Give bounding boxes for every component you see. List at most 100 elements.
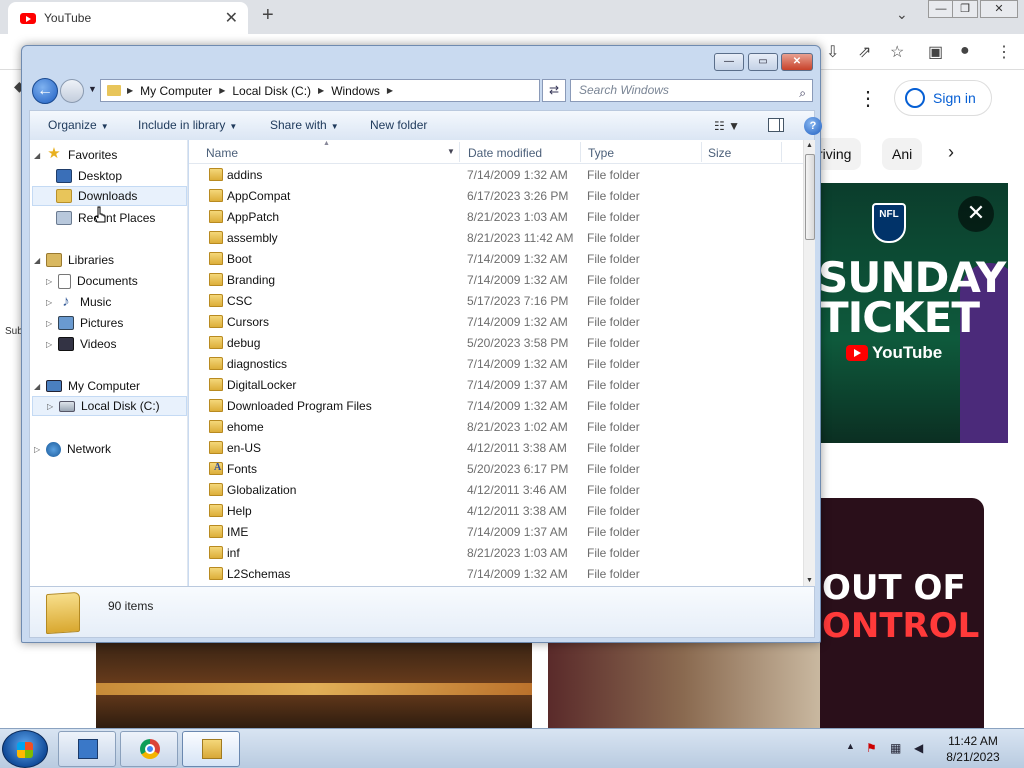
back-button[interactable]: ← xyxy=(32,78,58,104)
explorer-title-bar[interactable]: — ▭ ✕ xyxy=(22,46,820,74)
breadcrumb-separator-icon[interactable]: ▶ xyxy=(127,86,133,95)
file-row[interactable]: ehome 8/21/2023 1:02 AM File folder xyxy=(189,416,803,437)
file-row[interactable]: Help 4/12/2011 3:38 AM File folder xyxy=(189,500,803,521)
file-row[interactable]: L2Schemas 7/14/2009 1:32 AM File folder xyxy=(189,563,803,584)
file-row[interactable]: diagnostics 7/14/2009 1:32 AM File folder xyxy=(189,353,803,374)
tab-close-icon[interactable]: ✕ xyxy=(225,8,238,28)
preview-pane-icon[interactable] xyxy=(768,118,784,132)
file-row[interactable]: inf 8/21/2023 1:03 AM File folder xyxy=(189,542,803,563)
video-thumbnail-out-of-control[interactable]: OUT OF ONTROL xyxy=(820,498,984,730)
nav-downloads[interactable]: Downloads xyxy=(32,186,187,206)
bookmark-star-icon[interactable]: ☆ xyxy=(890,42,904,62)
expand-triangle-icon[interactable]: ▷ xyxy=(46,319,56,328)
collapse-triangle-icon[interactable]: ◢ xyxy=(34,151,44,160)
breadcrumb-my-computer[interactable]: My Computer xyxy=(140,84,212,98)
file-row[interactable]: AppPatch 8/21/2023 1:03 AM File folder xyxy=(189,206,803,227)
chip-next-icon[interactable]: › xyxy=(948,142,954,163)
youtube-more-icon[interactable]: ⋮ xyxy=(858,86,878,111)
nav-favorites[interactable]: ◢ ★ Favorites xyxy=(34,145,117,165)
breadcrumb-separator-icon[interactable]: ▶ xyxy=(219,86,225,95)
file-row[interactable]: IME 7/14/2009 1:37 AM File folder xyxy=(189,521,803,542)
scroll-down-icon[interactable]: ▼ xyxy=(806,577,813,584)
nav-local-disk[interactable]: ▷ Local Disk (C:) xyxy=(32,396,187,416)
volume-muted-icon[interactable]: ◀ xyxy=(914,741,930,755)
scroll-up-icon[interactable]: ▲ xyxy=(806,142,813,149)
file-row[interactable]: addins 7/14/2009 1:32 AM File folder xyxy=(189,164,803,185)
expand-triangle-icon[interactable]: ▷ xyxy=(34,445,44,454)
change-view-icon[interactable]: ☷ ▼ xyxy=(714,119,740,133)
breadcrumb-local-disk[interactable]: Local Disk (C:) xyxy=(232,84,311,98)
browser-close-button[interactable]: ✕ xyxy=(980,0,1018,18)
browser-minimize-button[interactable]: — xyxy=(928,0,954,18)
breadcrumb-separator-icon[interactable]: ▶ xyxy=(318,86,324,95)
address-bar[interactable]: ▶ My Computer ▶ Local Disk (C:) ▶ Window… xyxy=(100,79,599,102)
taskbar-windows-explorer[interactable] xyxy=(182,731,240,767)
taskbar-server-manager[interactable] xyxy=(58,731,116,767)
new-folder-button[interactable]: New folder xyxy=(370,118,427,132)
show-hidden-icons-icon[interactable]: ▲ xyxy=(846,741,855,751)
column-divider[interactable] xyxy=(701,142,702,162)
organize-button[interactable]: Organize ▼ xyxy=(48,118,109,132)
include-in-library-button[interactable]: Include in library ▼ xyxy=(138,118,237,132)
nav-music[interactable]: ▷ ♪ Music xyxy=(46,292,111,312)
expand-triangle-icon[interactable]: ▷ xyxy=(47,402,57,411)
scrollbar-thumb[interactable] xyxy=(805,154,815,240)
breadcrumb-windows[interactable]: Windows xyxy=(331,84,380,98)
file-row[interactable]: Cursors 7/14/2009 1:32 AM File folder xyxy=(189,311,803,332)
chip-animation[interactable]: Ani xyxy=(882,138,923,170)
expand-triangle-icon[interactable]: ▷ xyxy=(46,340,56,349)
column-name[interactable]: Name xyxy=(206,146,238,160)
action-center-flag-icon[interactable]: ⚑ xyxy=(866,741,882,755)
browser-menu-icon[interactable]: ⋮ xyxy=(996,42,1012,62)
youtube-sign-in-button[interactable]: Sign in xyxy=(894,80,992,116)
start-button[interactable] xyxy=(2,730,48,768)
side-panel-icon[interactable]: ▣ xyxy=(928,42,943,62)
explorer-close-button[interactable]: ✕ xyxy=(781,53,813,71)
file-row[interactable]: AppCompat 6/17/2023 3:26 PM File folder xyxy=(189,185,803,206)
nav-pictures[interactable]: ▷ Pictures xyxy=(46,313,123,333)
install-app-icon[interactable]: ⇩ xyxy=(826,42,839,62)
search-input[interactable]: Search Windows ⌕ xyxy=(570,79,813,102)
taskbar-chrome[interactable] xyxy=(120,731,178,767)
vertical-scrollbar[interactable]: ▲ ▼ xyxy=(803,140,815,586)
file-row[interactable]: assembly 8/21/2023 11:42 AM File folder xyxy=(189,227,803,248)
video-thumbnail-bar[interactable] xyxy=(96,643,532,731)
recent-pages-dropdown-icon[interactable]: ▼ xyxy=(88,84,97,94)
share-icon[interactable]: ⇗ xyxy=(858,42,871,62)
nav-network[interactable]: ▷ Network xyxy=(34,439,111,459)
nav-libraries[interactable]: ◢ Libraries xyxy=(34,250,114,270)
browser-tab-youtube[interactable]: YouTube ✕ xyxy=(8,2,248,34)
file-row[interactable]: Fonts 5/20/2023 6:17 PM File folder xyxy=(189,458,803,479)
explorer-minimize-button[interactable]: — xyxy=(714,53,744,71)
forward-button[interactable] xyxy=(60,79,84,103)
network-status-icon[interactable]: ▦ xyxy=(890,741,906,755)
column-size[interactable]: Size xyxy=(708,146,731,160)
collapse-triangle-icon[interactable]: ◢ xyxy=(34,382,44,391)
help-icon[interactable]: ? xyxy=(804,117,822,135)
file-row[interactable]: Downloaded Program Files 7/14/2009 1:32 A… xyxy=(189,395,803,416)
column-divider[interactable] xyxy=(459,142,460,162)
file-row[interactable]: Boot 7/14/2009 1:32 AM File folder xyxy=(189,248,803,269)
new-tab-button[interactable]: + xyxy=(262,4,274,27)
refresh-button[interactable]: ⇄ xyxy=(542,79,566,102)
column-date-modified[interactable]: Date modified xyxy=(468,146,542,160)
expand-triangle-icon[interactable]: ▷ xyxy=(46,298,56,307)
column-filter-dropdown-icon[interactable]: ▼ xyxy=(447,147,455,156)
share-with-button[interactable]: Share with ▼ xyxy=(270,118,339,132)
profile-avatar-icon[interactable]: ● xyxy=(960,42,970,60)
ad-close-button[interactable]: ✕ xyxy=(958,196,994,232)
file-row[interactable]: Globalization 4/12/2011 3:46 AM File folde… xyxy=(189,479,803,500)
file-row[interactable]: Branding 7/14/2009 1:32 AM File folder xyxy=(189,269,803,290)
nav-my-computer[interactable]: ◢ My Computer xyxy=(34,376,140,396)
column-divider[interactable] xyxy=(580,142,581,162)
column-divider[interactable] xyxy=(781,142,782,162)
nav-desktop[interactable]: Desktop xyxy=(56,166,122,186)
collapse-triangle-icon[interactable]: ◢ xyxy=(34,256,44,265)
video-thumbnail-asu[interactable] xyxy=(548,643,820,731)
system-clock[interactable]: 11:42 AM 8/21/2023 xyxy=(938,733,1008,765)
search-icon[interactable]: ⌕ xyxy=(799,83,806,104)
tab-search-chevron-icon[interactable]: ⌄ xyxy=(896,6,908,23)
nav-documents[interactable]: ▷ Documents xyxy=(46,271,138,291)
expand-triangle-icon[interactable]: ▷ xyxy=(46,277,56,286)
browser-restore-button[interactable]: ❐ xyxy=(952,0,978,18)
